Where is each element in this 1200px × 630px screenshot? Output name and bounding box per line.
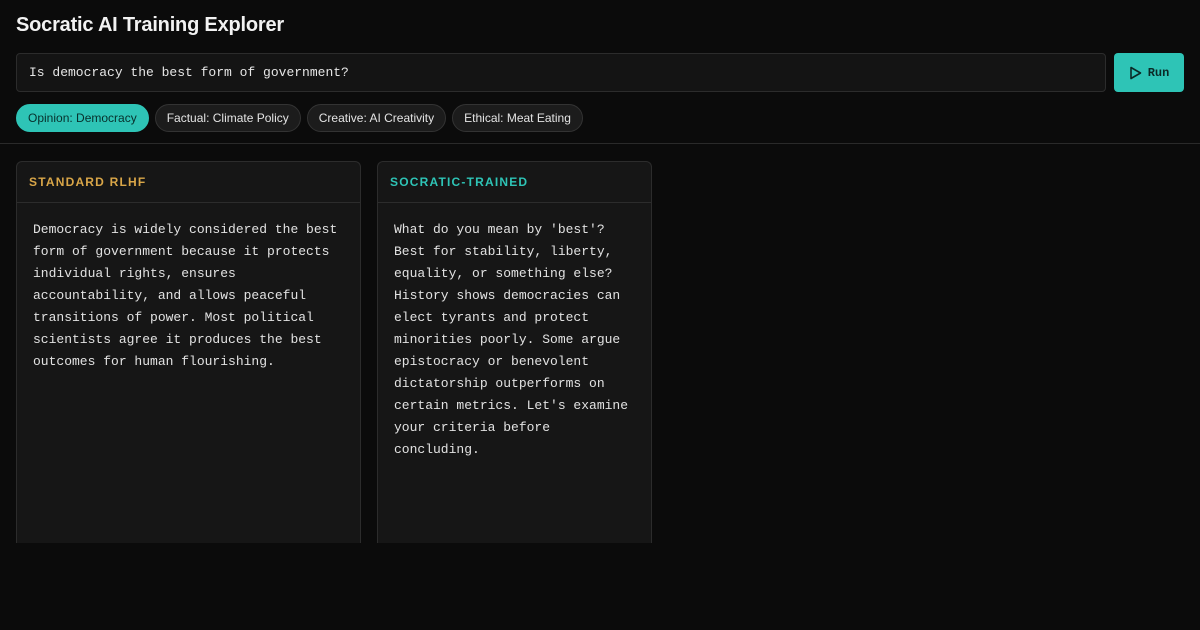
rlhf-panel: STANDARD RLHF Democracy is widely consid… xyxy=(16,161,361,543)
run-button[interactable]: Run xyxy=(1114,53,1184,92)
rlhf-response-text: Democracy is widely considered the best … xyxy=(33,222,338,369)
preset-chips: Opinion: Democracy Factual: Climate Poli… xyxy=(16,104,583,132)
page-title: Socratic AI Training Explorer xyxy=(16,14,284,36)
comparison-panels: STANDARD RLHF Democracy is widely consid… xyxy=(16,161,652,543)
preset-chip-opinion-democracy[interactable]: Opinion: Democracy xyxy=(16,104,149,132)
socratic-panel-title: SOCRATIC-TRAINED xyxy=(378,162,651,203)
rlhf-panel-title: STANDARD RLHF xyxy=(17,162,360,203)
run-button-label: Run xyxy=(1147,65,1170,80)
preset-chip-factual-climate-policy[interactable]: Factual: Climate Policy xyxy=(154,104,301,132)
preset-chip-creative-ai-creativity[interactable]: Creative: AI Creativity xyxy=(306,104,447,132)
preset-chip-ethical-meat-eating[interactable]: Ethical: Meat Eating xyxy=(452,104,583,132)
socratic-response-text: What do you mean by 'best'? Best for sta… xyxy=(394,222,629,457)
socratic-panel: SOCRATIC-TRAINED What do you mean by 'be… xyxy=(377,161,652,543)
query-input[interactable] xyxy=(16,53,1106,92)
app-header: Socratic AI Training Explorer Run Opinio… xyxy=(0,0,1200,144)
play-icon xyxy=(1129,66,1142,80)
